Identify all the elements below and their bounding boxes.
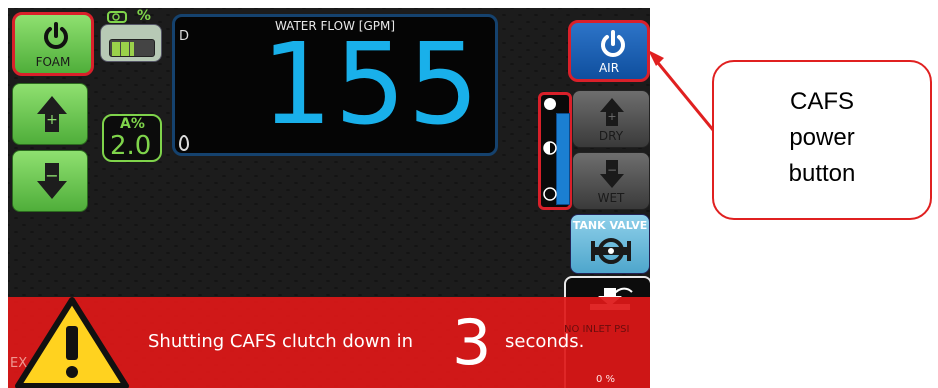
foam-tank-icon — [107, 11, 127, 23]
foam-percent-value: 2.0 — [110, 131, 152, 161]
tank-level-segment — [116, 42, 121, 56]
foam-tank-level-gauge — [100, 24, 162, 62]
dry-wet-mix-slider[interactable] — [538, 92, 572, 210]
arrow-up-plus-icon: + — [600, 98, 624, 126]
tank-valve-button[interactable]: TANK VALVE — [570, 214, 650, 274]
full-circle-icon — [544, 98, 556, 110]
water-drop-icon — [179, 135, 189, 151]
svg-text:+: + — [46, 112, 58, 128]
svg-text:−: − — [45, 166, 58, 185]
svg-text:−: − — [607, 163, 617, 177]
water-flow-value: 155 — [261, 20, 481, 150]
callout-line: power — [789, 124, 855, 151]
foam-percent-label: A% — [120, 116, 145, 132]
alert-message: Shutting CAFS clutch down in — [148, 331, 414, 352]
mix-slider-track — [556, 113, 570, 205]
cafs-air-power-button[interactable]: AIR — [568, 20, 650, 82]
valve-icon — [591, 238, 631, 264]
empty-circle-icon — [543, 187, 557, 201]
no-inlet-psi-label: NO INLET PSI — [564, 324, 630, 335]
tank-level-segment — [129, 42, 134, 56]
arrow-up-plus-icon: + — [37, 96, 67, 132]
callout-text: CAFS power button — [714, 84, 930, 192]
callout-line: button — [788, 160, 856, 187]
tank-valve-label: TANK VALVE — [572, 219, 648, 232]
dry-button[interactable]: + DRY — [572, 90, 650, 148]
power-icon — [601, 30, 625, 57]
svg-text:+: + — [607, 110, 616, 123]
callout-line: CAFS — [789, 88, 854, 115]
tank-level-segment — [125, 42, 130, 56]
arrow-down-minus-icon: − — [600, 160, 624, 188]
power-icon — [44, 22, 68, 49]
increase-foam-button[interactable]: + — [12, 83, 88, 145]
wet-button-label: WET — [597, 191, 625, 205]
inlet-percent-value: 0 % — [596, 374, 616, 385]
tank-level-segment — [112, 42, 116, 56]
tank-level-segment — [120, 42, 125, 56]
foam-tank-indicator: % — [106, 8, 156, 24]
foam-power-button[interactable]: FOAM — [12, 12, 94, 76]
alert-countdown: 3 — [452, 306, 492, 379]
tank-percent-label: % — [136, 8, 151, 24]
air-button-label: AIR — [598, 61, 620, 75]
half-circle-icon — [543, 141, 557, 155]
warning-icon — [15, 297, 129, 388]
arrow-down-minus-icon: − — [37, 163, 67, 199]
foam-button-label: FOAM — [35, 55, 71, 69]
cafs-power-callout: CAFS power button — [712, 60, 932, 220]
foam-percent-display[interactable]: A% 2.0 — [102, 114, 162, 162]
tank-level-bar — [109, 39, 155, 57]
dry-mark-label: D — [179, 29, 190, 44]
water-flow-panel: WATER FLOW [GPM] D 155 — [172, 14, 498, 156]
dry-button-label: DRY — [598, 129, 624, 143]
decrease-foam-button[interactable]: − — [12, 150, 88, 212]
wet-button[interactable]: − WET — [572, 152, 650, 210]
